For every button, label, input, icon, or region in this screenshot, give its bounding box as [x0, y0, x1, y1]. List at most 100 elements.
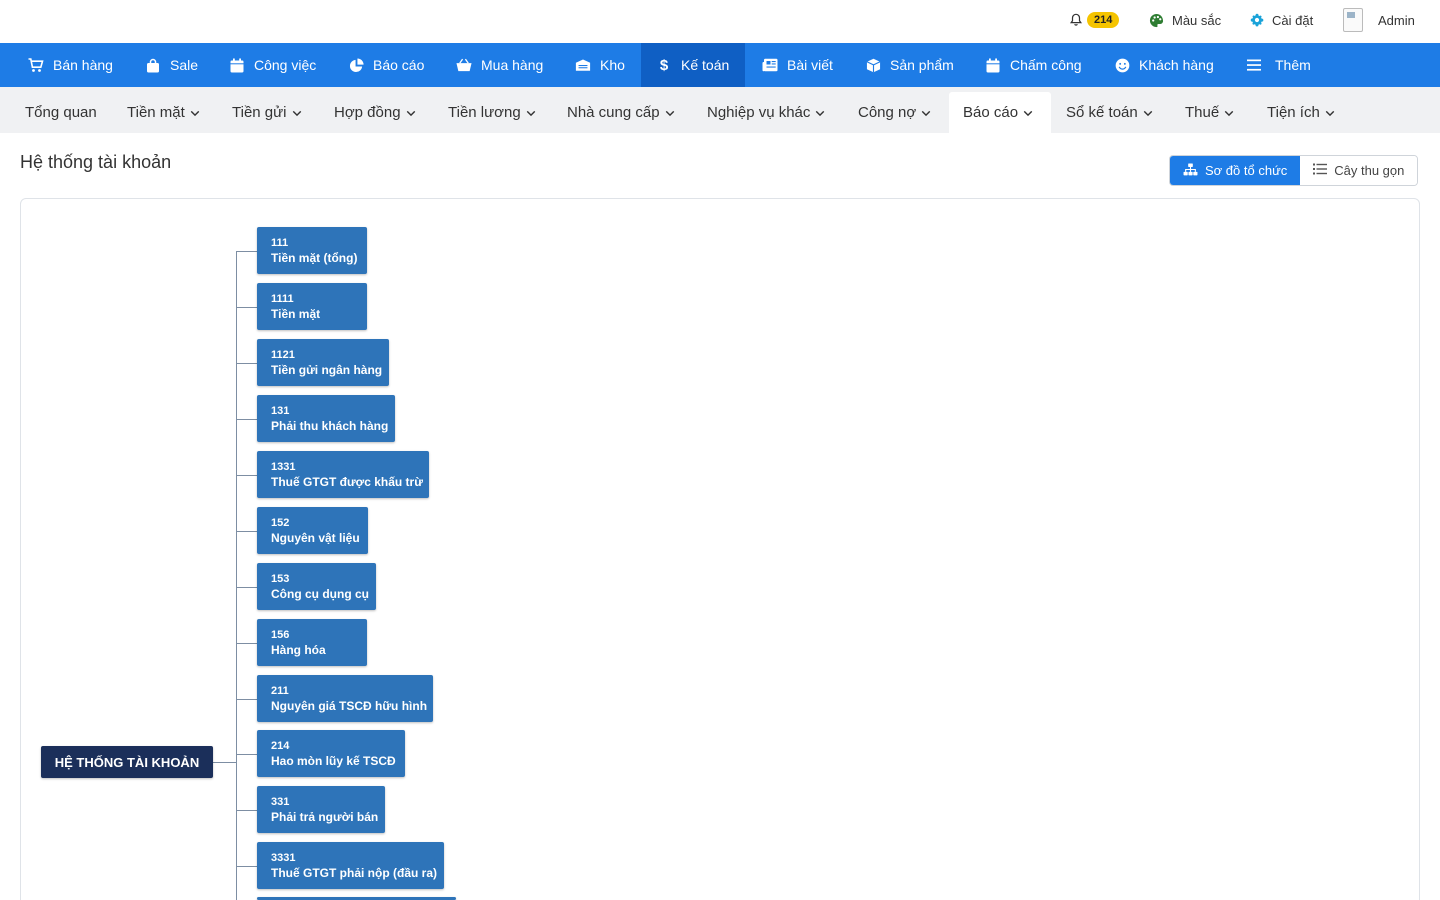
nav-item-bai-viet[interactable]: Bài viết [762, 43, 833, 87]
subnav-item-thue[interactable]: Thuế [1185, 92, 1234, 133]
org-chart-view-button[interactable]: Sơ đồ tổ chức [1170, 156, 1301, 185]
dollar-icon: $ [659, 56, 669, 74]
account-node-3331[interactable]: 3331 Thuế GTGT phải nộp (đầu ra) [257, 842, 444, 889]
page-title: Hệ thống tài khoản [20, 152, 172, 172]
tree-connector [236, 531, 257, 532]
notification-button[interactable]: 214 [1069, 0, 1120, 40]
account-node-131[interactable]: 131 Phải thu khách hàng [257, 395, 395, 442]
chevron-down-icon [1325, 108, 1335, 118]
tree-root-node[interactable]: HỆ THỐNG TÀI KHOẢN [41, 746, 213, 778]
chevron-down-icon [1023, 108, 1033, 118]
account-name: Hàng hóa [271, 643, 326, 657]
account-node-152[interactable]: 152 Nguyên vật liệu [257, 507, 368, 554]
account-code: 1111 [271, 293, 294, 305]
account-code: 214 [271, 740, 290, 752]
calendar-icon [229, 57, 245, 73]
account-node-331[interactable]: 331 Phải trả người bán [257, 786, 385, 833]
account-name: Phải thu khách hàng [271, 419, 389, 433]
account-node-156[interactable]: 156 Hàng hóa [257, 619, 367, 666]
tree-connector [236, 363, 257, 364]
tree-connector [236, 419, 257, 420]
account-code: 156 [271, 629, 290, 641]
nav-item-mua-hang[interactable]: Mua hàng [456, 43, 543, 87]
subnav-item-cong-no[interactable]: Công nợ [858, 92, 931, 133]
nav-item-them[interactable]: Thêm [1246, 43, 1311, 87]
account-tree-panel [20, 198, 1420, 900]
account-node-111[interactable]: 111 Tiền mặt (tổng) [257, 227, 367, 274]
tree-connector [236, 643, 257, 644]
tree-connector [213, 762, 236, 763]
chevron-down-icon [1224, 108, 1234, 118]
account-node-214[interactable]: 214 Hao mòn lũy kế TSCĐ [257, 730, 405, 777]
subnav-item-tien-ich[interactable]: Tiện ích [1267, 92, 1335, 133]
subnav-item-bao-cao[interactable]: Báo cáo [949, 92, 1051, 133]
account-name: Công cụ dụng cụ [271, 587, 369, 601]
subnav-item-tien-luong[interactable]: Tiền lương [448, 92, 536, 133]
tree-connector [236, 810, 257, 811]
collapsed-tree-view-button[interactable]: Cây thu gọn [1300, 156, 1418, 185]
account-node-1331[interactable]: 1331 Thuế GTGT được khấu trừ [257, 451, 429, 498]
account-name: Phải trả người bán [271, 810, 379, 824]
subnav-item-tong-quan[interactable]: Tổng quan [25, 92, 97, 133]
subnav-item-tien-mat[interactable]: Tiền mặt [127, 92, 200, 133]
account-node-1111[interactable]: 1111 Tiền mặt [257, 283, 367, 330]
account-name: Tiền gửi ngân hàng [271, 363, 383, 377]
notification-count-badge: 214 [1087, 12, 1120, 28]
tree-connector [236, 475, 257, 476]
tree-connector-spine [236, 251, 237, 900]
account-node-1121[interactable]: 1121 Tiền gửi ngân hàng [257, 339, 389, 386]
settings-label: Cài đặt [1272, 12, 1314, 28]
account-name: Tiền mặt [271, 307, 321, 321]
account-name: Tiền mặt (tổng) [271, 251, 358, 265]
account-name: Nguyên vật liệu [271, 531, 360, 545]
account-node-153[interactable]: 153 Công cụ dụng cụ [257, 563, 376, 610]
chevron-down-icon [1143, 108, 1153, 118]
nav-item-cham-cong[interactable]: Chấm công [985, 43, 1082, 87]
account-code: 211 [271, 685, 289, 697]
nav-item-san-pham[interactable]: Sản phẩm [865, 43, 954, 87]
warehouse-icon [575, 57, 591, 73]
subnav-item-tien-gui[interactable]: Tiền gửi [232, 92, 302, 133]
account-name: Thuế GTGT được khấu trừ [271, 475, 423, 489]
nav-item-khach-hang[interactable]: Khách hàng [1114, 43, 1214, 87]
nav-item-bao-cao[interactable]: Báo cáo [348, 43, 424, 87]
avatar [1343, 8, 1363, 32]
chevron-down-icon [665, 108, 675, 118]
settings-button[interactable]: Cài đặt [1250, 0, 1313, 40]
chevron-down-icon [921, 108, 931, 118]
calendar-icon [985, 57, 1001, 73]
tree-connector [236, 866, 257, 867]
account-name: Hao mòn lũy kế TSCĐ [271, 754, 396, 768]
pie-chart-icon [348, 57, 364, 73]
account-name: Nguyên giá TSCĐ hữu hình [271, 699, 428, 713]
nav-item-ke-toan[interactable]: $ Kế toán [641, 43, 745, 87]
chevron-down-icon [815, 108, 825, 118]
color-button[interactable]: Màu sắc [1149, 0, 1221, 40]
nav-item-cong-viec[interactable]: Công việc [229, 43, 316, 87]
top-bar: 214 Màu sắc Cài đặt Admin [0, 0, 1440, 43]
account-code: 1331 [271, 461, 296, 473]
subnav-item-nha-cung-cap[interactable]: Nhà cung cấp [567, 92, 675, 133]
user-menu[interactable]: Admin [1343, 0, 1415, 40]
nav-item-kho[interactable]: Kho [575, 43, 625, 87]
subnav-item-nghiep-vu-khac[interactable]: Nghiệp vụ khác [707, 92, 825, 133]
main-nav: Bán hàng Sale Công việc Báo cáo Mua hàng… [0, 43, 1440, 87]
account-name: Thuế GTGT phải nộp (đầu ra) [271, 866, 437, 880]
account-code: 152 [271, 517, 290, 529]
sitemap-icon [1183, 162, 1205, 179]
subnav-item-so-ke-toan[interactable]: Sổ kế toán [1066, 92, 1153, 133]
chevron-down-icon [190, 108, 200, 118]
box-icon [865, 57, 881, 73]
account-code: 1121 [271, 349, 295, 361]
newspaper-icon [762, 57, 778, 73]
chevron-down-icon [292, 108, 302, 118]
chevron-down-icon [526, 108, 536, 118]
chevron-down-icon [406, 108, 416, 118]
account-node-211[interactable]: 211 Nguyên giá TSCĐ hữu hình [257, 675, 433, 722]
nav-item-sale[interactable]: Sale [145, 43, 198, 87]
subnav-item-hop-dong[interactable]: Hợp đồng [334, 92, 416, 133]
tree-connector [236, 251, 257, 252]
tree-connector [236, 587, 257, 588]
nav-item-ban-hang[interactable]: Bán hàng [28, 43, 113, 87]
account-code: 131 [271, 405, 290, 417]
